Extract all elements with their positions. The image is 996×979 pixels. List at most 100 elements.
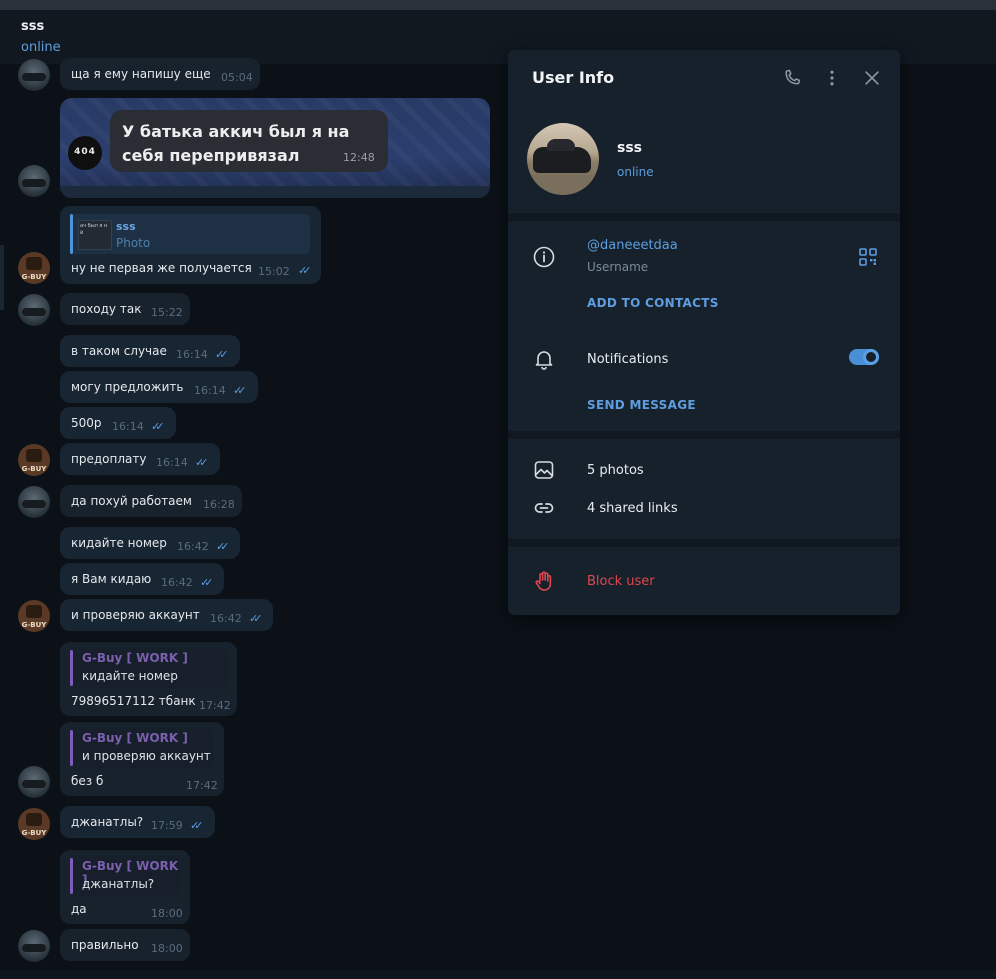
block-hand-icon xyxy=(532,569,556,593)
username-label: Username xyxy=(587,260,649,274)
message-text: да xyxy=(71,902,87,916)
logo-text: 404 xyxy=(74,147,96,157)
notifications-toggle[interactable] xyxy=(849,349,879,365)
message-time: 18:00 xyxy=(151,942,183,955)
reply-name: G-Buy [ WORK ] xyxy=(82,651,188,665)
message-bubble[interactable]: да похуй работаем 16:28 xyxy=(60,485,242,517)
message-time: 16:14 xyxy=(112,420,144,433)
composer-edge xyxy=(0,970,996,979)
read-check-icon: ✓✓ xyxy=(215,348,229,361)
avatar[interactable] xyxy=(18,766,50,798)
message-time: 16:14 xyxy=(176,348,208,361)
message-bubble[interactable]: и проверяю аккаунт 16:42 ✓✓ xyxy=(60,599,273,631)
message-time: 17:59 xyxy=(151,819,183,832)
block-user-button[interactable]: Block user xyxy=(587,574,655,589)
message-time: 17:42 xyxy=(199,699,231,712)
panel-title: User Info xyxy=(532,68,615,87)
message-time: 15:22 xyxy=(151,306,183,319)
profile-avatar[interactable] xyxy=(527,123,599,195)
message-bubble[interactable]: ач был я н й sss Photo ну не первая же п… xyxy=(60,206,321,284)
message-time: 12:48 xyxy=(343,151,375,164)
profile-name: sss xyxy=(617,140,642,156)
message-text: в таком случае xyxy=(71,344,167,358)
avatar-text: G-BUY xyxy=(21,465,47,473)
shared-links-count[interactable]: 4 shared links xyxy=(587,501,678,516)
avatar[interactable] xyxy=(18,59,50,91)
toggle-knob xyxy=(863,349,879,365)
message-text: походу так xyxy=(71,302,142,316)
sticker-bottom-band xyxy=(60,186,490,198)
message-time: 15:02 xyxy=(258,265,290,278)
message-bubble[interactable]: предоплату 16:14 ✓✓ xyxy=(60,443,220,475)
message-text: ну не первая же получается xyxy=(71,261,252,275)
message-text: и проверяю аккаунт xyxy=(71,608,200,622)
avatar[interactable] xyxy=(18,930,50,962)
logo-404-icon: 404 xyxy=(68,136,102,170)
read-check-icon: ✓✓ xyxy=(216,540,230,553)
link-icon xyxy=(532,496,556,520)
message-bubble[interactable]: правильно 18:00 xyxy=(60,929,190,961)
message-time: 16:14 xyxy=(156,456,188,469)
message-time: 18:00 xyxy=(151,907,183,920)
avatar[interactable]: G-BUY xyxy=(18,600,50,632)
avatar[interactable]: G-BUY xyxy=(18,252,50,284)
message-bubble[interactable]: походу так 15:22 xyxy=(60,293,190,325)
reply-preview[interactable]: ач был я н й sss Photo xyxy=(70,214,310,254)
message-bubble[interactable]: 500р 16:14 ✓✓ xyxy=(60,407,176,439)
message-time: 16:14 xyxy=(194,384,226,397)
message-text: 500р xyxy=(71,416,102,430)
send-message-button[interactable]: SEND MESSAGE xyxy=(587,398,696,412)
message-text: джанатлы? xyxy=(71,815,144,829)
photo-car xyxy=(533,139,591,173)
close-icon[interactable] xyxy=(860,66,884,90)
chat-title: sss xyxy=(21,19,45,34)
add-to-contacts-button[interactable]: ADD TO CONTACTS xyxy=(587,296,719,310)
avatar[interactable]: G-BUY xyxy=(18,444,50,476)
message-bubble[interactable]: джанатлы? 17:59 ✓✓ xyxy=(60,806,215,838)
avatar[interactable] xyxy=(18,486,50,518)
avatar[interactable] xyxy=(18,294,50,326)
reply-bar xyxy=(70,730,73,766)
avatar-text: G-BUY xyxy=(21,621,47,629)
read-check-icon: ✓✓ xyxy=(151,420,165,433)
message-bubble[interactable]: ща я ему напишу еще 05:04 xyxy=(60,58,260,90)
photo-thumbnail: ач был я н й xyxy=(78,220,112,250)
reply-text: и проверяю аккаунт xyxy=(82,749,211,763)
message-time: 16:42 xyxy=(161,576,193,589)
avatar[interactable]: G-BUY xyxy=(18,808,50,840)
thumb-text: ач был я н й xyxy=(80,223,108,236)
reply-preview[interactable]: G-Buy [ WORK ] кидайте номер xyxy=(70,648,228,688)
message-text: предоплату xyxy=(71,452,147,466)
qr-code-icon[interactable] xyxy=(858,247,878,267)
sticker-bubble: У батька аккич был я на себя перепривяза… xyxy=(110,110,388,172)
scroll-edge xyxy=(0,245,4,310)
sticker-message[interactable]: У батька аккич был я на себя перепривяза… xyxy=(60,98,490,198)
phone-icon[interactable] xyxy=(780,66,804,90)
bell-icon xyxy=(532,347,556,371)
reply-text: Photo xyxy=(116,236,151,250)
username-value[interactable]: @daneeetdaa xyxy=(587,238,678,253)
message-bubble[interactable]: G-Buy [ WORK ] и проверяю аккаунт без б … xyxy=(60,722,224,796)
message-bubble[interactable]: могу предложить 16:14 ✓✓ xyxy=(60,371,258,403)
user-info-panel: User Info sss online @daneeetdaa Usernam… xyxy=(508,50,900,615)
reply-name: G-Buy [ WORK ] xyxy=(82,731,188,745)
section-divider xyxy=(508,431,900,439)
message-bubble[interactable]: я Вам кидаю 16:42 ✓✓ xyxy=(60,563,224,595)
message-bubble[interactable]: G-Buy [ WORK ] джанатлы? да 18:00 xyxy=(60,850,190,924)
message-bubble[interactable]: кидайте номер 16:42 ✓✓ xyxy=(60,527,240,559)
section-divider xyxy=(508,539,900,547)
message-time: 16:42 xyxy=(177,540,209,553)
photos-count[interactable]: 5 photos xyxy=(587,463,644,478)
read-check-icon: ✓✓ xyxy=(233,384,247,397)
message-bubble[interactable]: G-Buy [ WORK ] кидайте номер 79896517112… xyxy=(60,642,237,716)
avatar[interactable] xyxy=(18,165,50,197)
reply-bar xyxy=(70,858,73,894)
message-text: ща я ему напишу еще xyxy=(71,67,211,81)
message-text: могу предложить xyxy=(71,380,184,394)
reply-preview[interactable]: G-Buy [ WORK ] джанатлы? xyxy=(70,856,180,896)
message-text: 79896517112 тбанк xyxy=(71,694,196,708)
avatar-text: G-BUY xyxy=(21,273,47,281)
message-bubble[interactable]: в таком случае 16:14 ✓✓ xyxy=(60,335,240,367)
more-vertical-icon[interactable] xyxy=(820,66,844,90)
reply-preview[interactable]: G-Buy [ WORK ] и проверяю аккаунт xyxy=(70,728,214,768)
